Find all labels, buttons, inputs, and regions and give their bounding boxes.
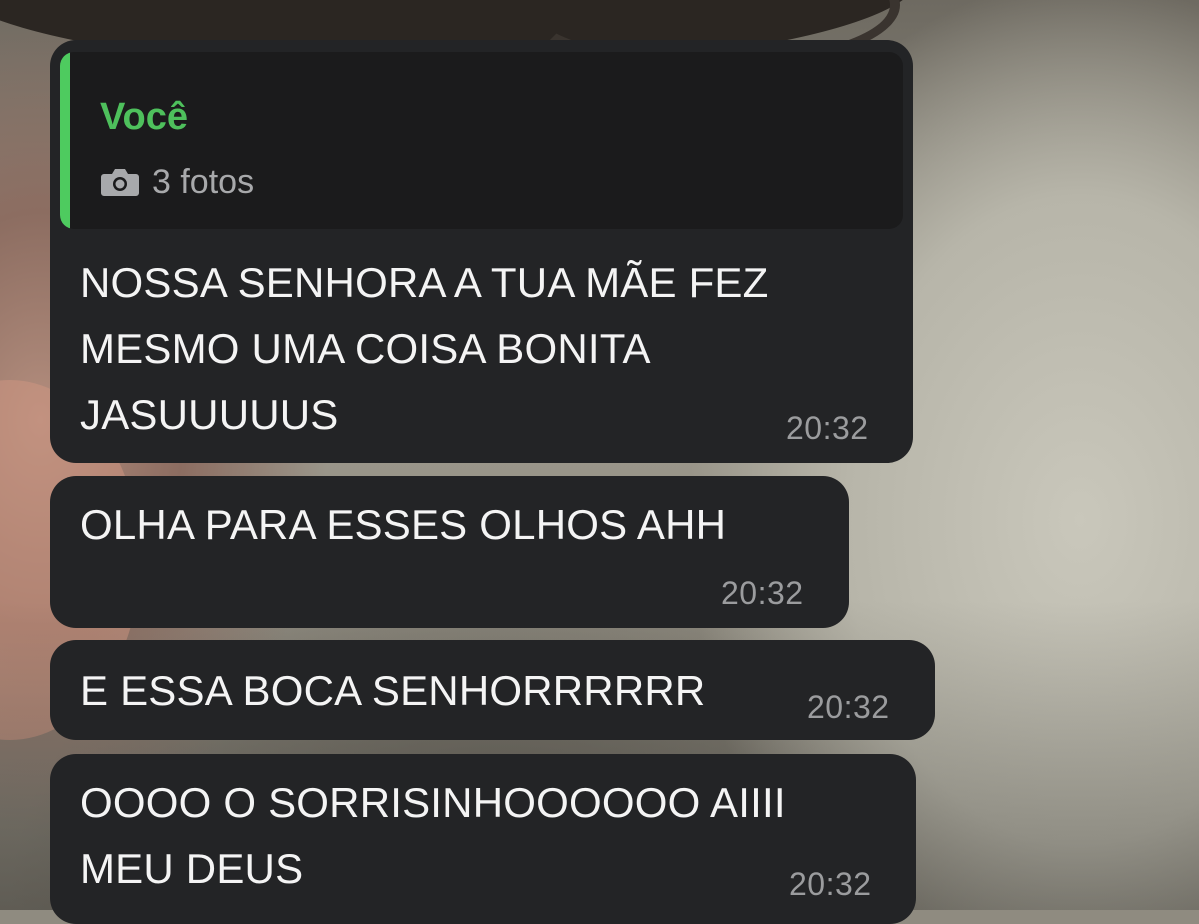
message-text: OLHA PARA ESSES OLHOS AHH: [80, 501, 727, 548]
message-bubble[interactable]: E ESSA BOCA SENHORRRRRR 20:32: [50, 640, 935, 740]
message-text: NOSSA SENHORA A TUA MÃE FEZ MESMO UMA CO…: [80, 259, 769, 438]
reply-author: Você: [100, 96, 189, 138]
reply-meta: 3 fotos: [100, 160, 254, 204]
message-timestamp: 20:32: [721, 575, 804, 611]
reply-text: 3 fotos: [152, 162, 255, 201]
reply-quote[interactable]: Você 3 fotos: [60, 52, 903, 229]
message-timestamp: 20:32: [789, 866, 872, 902]
message-bubble[interactable]: OLHA PARA ESSES OLHOS AHH 20:32: [50, 476, 849, 628]
reply-accent-bar: [60, 52, 70, 229]
message-bubble[interactable]: Você 3 fotos NOSSA SENHORA A TUA MÃE FEZ…: [50, 40, 913, 463]
message-text: OOOO O SORRISINHOOOOOO AIIII MEU DEUS: [80, 779, 786, 892]
message-text: E ESSA BOCA SENHORRRRRR: [80, 667, 706, 714]
message-bubble[interactable]: OOOO O SORRISINHOOOOOO AIIII MEU DEUS 20…: [50, 754, 916, 924]
message-timestamp: 20:32: [786, 410, 869, 446]
camera-icon: [100, 167, 140, 197]
message-timestamp: 20:32: [807, 689, 890, 725]
